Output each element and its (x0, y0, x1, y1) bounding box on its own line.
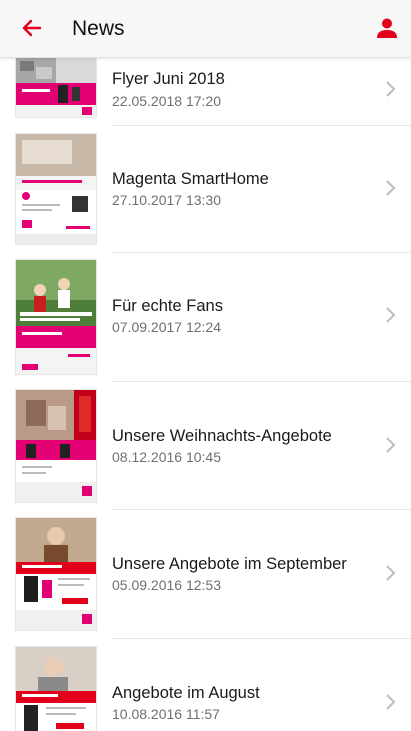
news-date: 22.05.2018 17:20 (112, 93, 221, 109)
profile-button[interactable] (375, 16, 399, 40)
person-icon (377, 18, 397, 38)
chevron-right-icon (386, 437, 396, 453)
arrow-left-icon (22, 19, 42, 37)
chevron-right-icon (386, 180, 396, 196)
news-thumbnail (16, 518, 96, 630)
news-item[interactable]: Angebote im August 10.08.2016 11:57 (0, 639, 411, 731)
news-item[interactable]: Magenta SmartHome 27.10.2017 13:30 (0, 126, 411, 253)
page-title: News (72, 17, 125, 40)
news-title: Unsere Weihnachts-Angebote (112, 427, 332, 445)
chevron-right-icon (386, 694, 396, 710)
news-thumbnail (16, 260, 96, 374)
news-title: Flyer Juni 2018 (112, 70, 225, 88)
news-date: 27.10.2017 13:30 (112, 192, 221, 208)
news-item[interactable]: Unsere Weihnachts-Angebote 08.12.2016 10… (0, 382, 411, 510)
chevron-right-icon (386, 565, 396, 581)
news-date: 10.08.2016 11:57 (112, 706, 220, 722)
news-thumbnail (16, 390, 96, 502)
news-thumbnail (16, 134, 96, 244)
news-item[interactable]: Flyer Juni 2018 22.05.2018 17:20 (0, 57, 411, 126)
news-title: Magenta SmartHome (112, 170, 269, 188)
news-title: Angebote im August (112, 684, 260, 702)
news-title: Unsere Angebote im September (112, 555, 347, 573)
chevron-right-icon (386, 81, 396, 97)
news-date: 07.09.2017 12:24 (112, 319, 221, 335)
news-date: 05.09.2016 12:53 (112, 577, 221, 593)
news-thumbnail (16, 647, 96, 731)
news-item[interactable]: Für echte Fans 07.09.2017 12:24 (0, 253, 411, 382)
news-item[interactable]: Unsere Angebote im September 05.09.2016 … (0, 510, 411, 639)
app-bar: News (0, 0, 411, 58)
news-date: 08.12.2016 10:45 (112, 449, 221, 465)
chevron-right-icon (386, 307, 396, 323)
news-list: Flyer Juni 2018 22.05.2018 17:20 Magenta… (0, 57, 411, 731)
news-title: Für echte Fans (112, 297, 223, 315)
news-thumbnail (16, 57, 96, 117)
back-button[interactable] (20, 16, 44, 40)
